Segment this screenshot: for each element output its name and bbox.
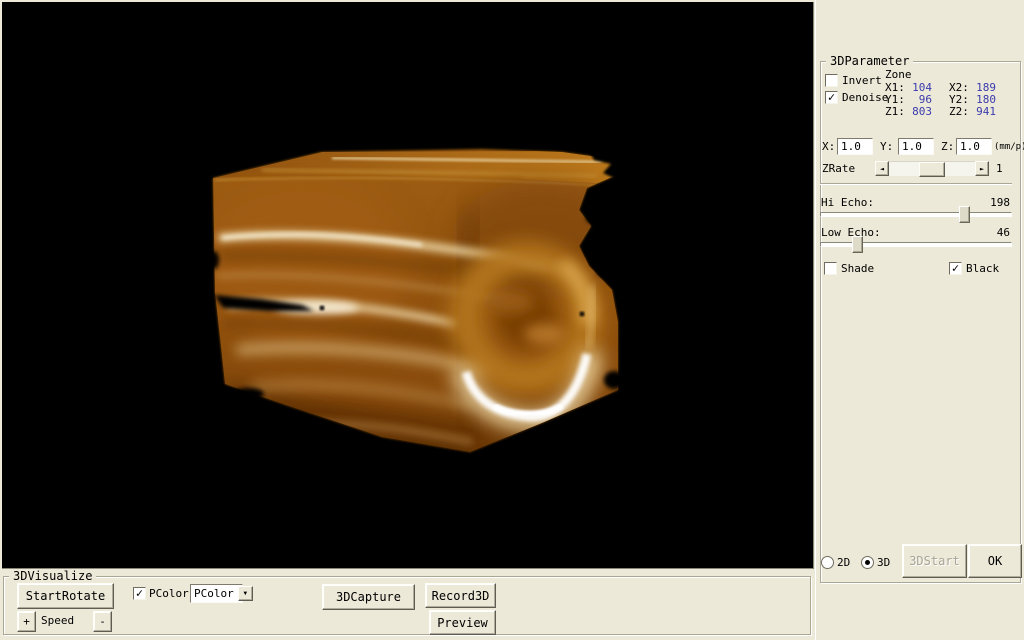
shade-label: Shade [841,263,874,275]
hi-echo-slider-track[interactable] [820,212,1012,217]
low-echo-label: Low Echo: [821,227,881,239]
denoise-label: Denoise [842,92,888,104]
shade-checkbox[interactable]: ✓ [824,262,837,275]
scale-x-label: X: [822,141,835,153]
invert-checkbox[interactable]: ✓ [825,74,838,87]
pcolor-dropdown[interactable]: PColor ▼ [190,584,243,603]
ok-button[interactable]: OK [968,544,1022,578]
separator [820,183,1012,185]
check-icon: ✓ [952,263,959,273]
check-icon: ✓ [828,92,835,102]
speed-label: Speed [41,615,74,627]
invert-label: Invert [842,75,882,87]
low-echo-slider-thumb[interactable] [852,236,863,253]
pcolor-checkbox[interactable]: ✓ [133,587,146,600]
zone-z2-label: Z2: [949,106,969,118]
scale-y-input[interactable] [898,138,934,155]
zrate-right-arrow-icon[interactable]: ► [975,161,989,176]
speed-minus-button[interactable]: - [93,611,112,632]
zrate-scrollbar-track[interactable] [889,161,975,176]
record3d-button[interactable]: Record3D [425,583,496,608]
zrate-left-arrow-icon[interactable]: ◄ [875,161,889,176]
scale-z-label: Z: [941,141,954,153]
zone-z2-value: 941 [968,106,996,118]
hi-echo-label: Hi Echo: [821,197,874,209]
parameter-panel: 3DParameter ✓ Invert ✓ Denoise Zone X1: … [815,0,1024,640]
dropdown-arrow-icon[interactable]: ▼ [238,586,253,601]
pcolor-label: PColor [149,588,189,600]
visualize-bar: 3DVisualize StartRotate + Speed - ✓ PCol… [0,570,814,640]
low-echo-value: 46 [966,227,1010,239]
zone-z1-label: Z1: [885,106,905,118]
scale-x-input[interactable] [837,138,873,155]
render-viewport[interactable] [2,2,814,569]
low-echo-slider-track[interactable] [820,242,1012,247]
volume-render [2,2,813,568]
speed-plus-button[interactable]: + [17,611,36,632]
mode-3d-radio[interactable] [861,556,874,569]
denoise-checkbox[interactable]: ✓ [825,91,838,104]
mode-2d-label: 2D [837,557,850,569]
black-checkbox[interactable]: ✓ [949,262,962,275]
hi-echo-slider-thumb[interactable] [959,206,970,223]
3dvisualize-group-title: 3DVisualize [9,569,96,583]
zrate-scrollbar-thumb[interactable] [919,162,945,177]
3dstart-button: 3DStart [902,544,967,578]
scale-y-label: Y: [880,141,893,153]
scale-unit-label: (mm/p) [994,141,1024,153]
zone-title: Zone [885,69,912,81]
zrate-value: 1 [996,163,1003,175]
app-window: { "right_panel": { "group_title": "3DPar… [0,0,1024,640]
mode-3d-label: 3D [877,557,890,569]
3dcapture-button[interactable]: 3DCapture [322,584,415,610]
hi-echo-value: 198 [966,197,1010,209]
preview-button[interactable]: Preview [429,610,496,635]
3dparameter-group-title: 3DParameter [826,54,913,68]
scale-z-input[interactable] [956,138,992,155]
zrate-scrollbar[interactable]: ◄ ► [875,161,989,176]
pcolor-dropdown-value: PColor [191,586,237,601]
zone-z1-value: 803 [904,106,932,118]
zrate-label: ZRate [822,163,855,175]
check-icon: ✓ [136,588,143,598]
start-rotate-button[interactable]: StartRotate [17,583,114,609]
black-label: Black [966,263,999,275]
mode-2d-radio[interactable] [821,556,834,569]
